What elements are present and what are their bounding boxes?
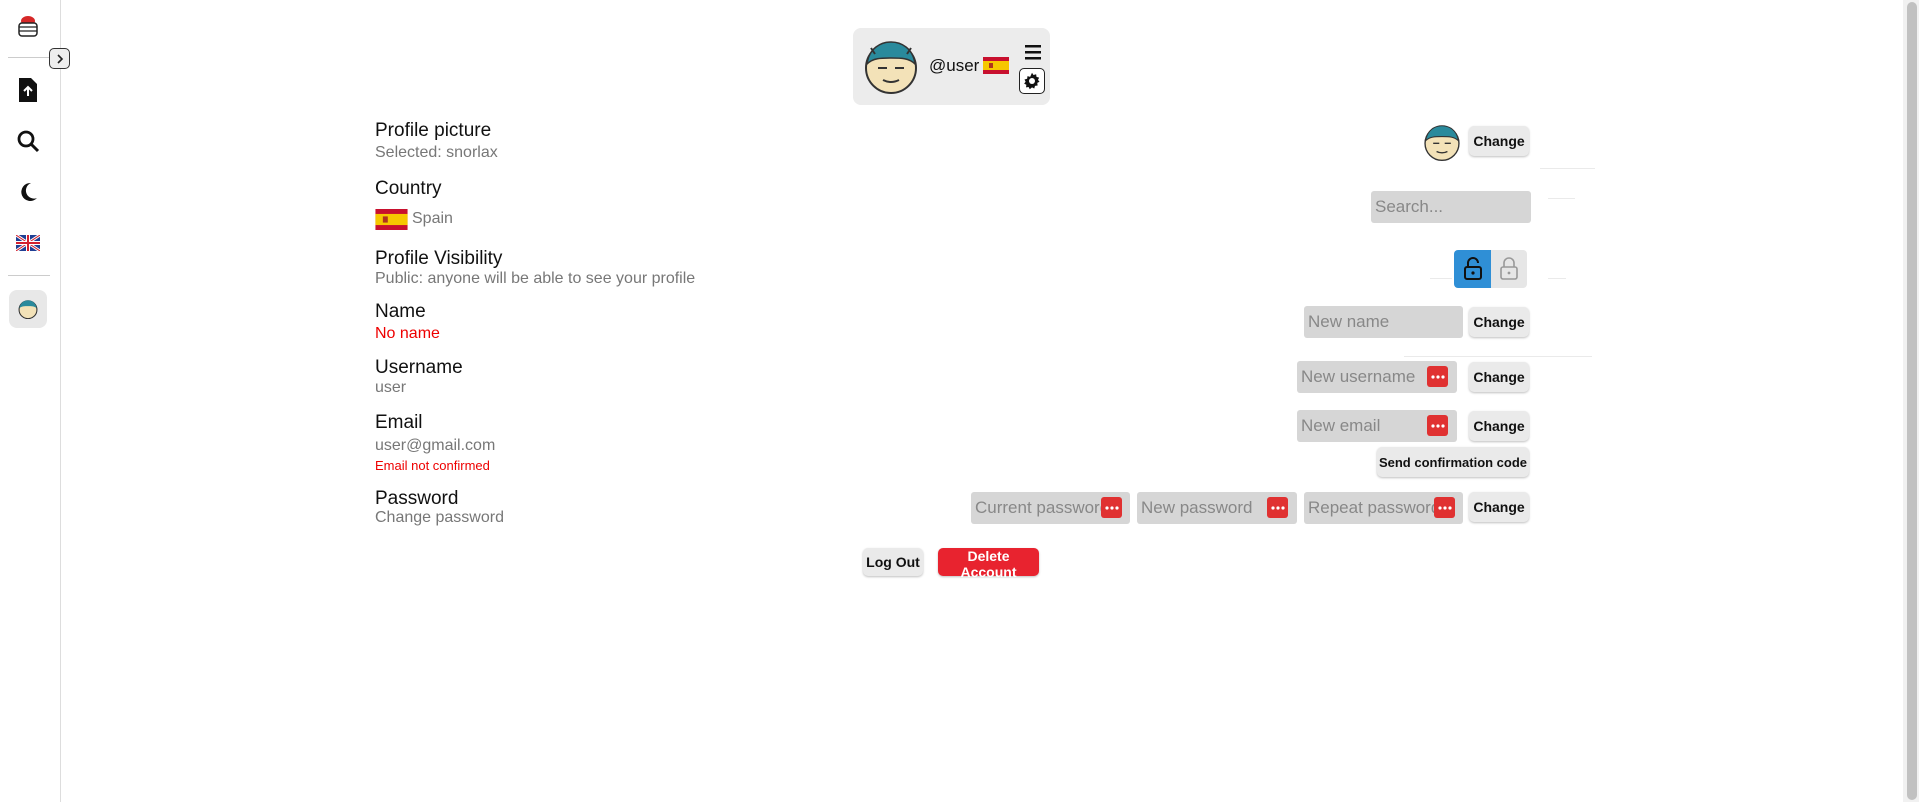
- lock-closed-icon: [1500, 257, 1518, 280]
- profile-picture-value: Selected: snorlax: [375, 144, 498, 161]
- sidebar: [0, 0, 61, 802]
- password-dots-icon[interactable]: [1101, 497, 1122, 518]
- visibility-toggle: [1454, 250, 1527, 288]
- spain-flag-icon: [983, 57, 1009, 79]
- user-card: @user: [853, 28, 1050, 105]
- divider: [1540, 168, 1595, 169]
- visibility-label: Profile Visibility: [375, 248, 503, 269]
- email-label: Email: [375, 412, 423, 433]
- settings-button[interactable]: [1019, 68, 1045, 94]
- lock-open-icon: [1463, 257, 1482, 280]
- spain-flag-icon: [375, 209, 408, 235]
- app-logo-icon[interactable]: [14, 12, 42, 40]
- change-password-button[interactable]: Change: [1469, 492, 1529, 522]
- divider: [1430, 278, 1452, 279]
- scrollbar[interactable]: [1903, 0, 1919, 802]
- username-value: user: [375, 379, 407, 396]
- private-option[interactable]: [1491, 250, 1527, 288]
- password-dots-icon[interactable]: [1427, 415, 1448, 436]
- sidebar-divider: [8, 275, 50, 276]
- country-label: Country: [375, 178, 442, 199]
- avatar[interactable]: [863, 38, 919, 94]
- divider: [1548, 198, 1575, 199]
- name-label: Name: [375, 301, 426, 322]
- search-icon[interactable]: [14, 127, 42, 155]
- username-label: Username: [375, 357, 463, 378]
- public-option[interactable]: [1454, 250, 1491, 288]
- sidebar-divider: [8, 57, 50, 58]
- send-confirmation-button[interactable]: Send confirmation code: [1377, 447, 1529, 477]
- sidebar-collapse-button[interactable]: [49, 48, 70, 69]
- scrollbar-thumb[interactable]: [1907, 2, 1917, 800]
- new-name-input[interactable]: [1304, 306, 1463, 338]
- menu-icon[interactable]: [1022, 41, 1044, 63]
- visibility-value: Public: anyone will be able to see your …: [375, 270, 696, 287]
- divider: [1548, 278, 1566, 279]
- email-warning: Email not confirmed: [375, 458, 490, 473]
- country-value: Spain: [412, 210, 453, 227]
- password-dots-icon[interactable]: [1427, 366, 1448, 387]
- change-email-button[interactable]: Change: [1469, 411, 1529, 441]
- change-username-button[interactable]: Change: [1469, 362, 1529, 392]
- chevron-right-icon: [56, 53, 63, 64]
- change-name-button[interactable]: Change: [1469, 307, 1529, 337]
- upload-file-icon[interactable]: [14, 76, 42, 104]
- email-value: user@gmail.com: [375, 437, 496, 454]
- password-label: Password: [375, 488, 459, 509]
- delete-account-button[interactable]: Delete Account: [938, 548, 1039, 580]
- username-handle: @user: [929, 56, 980, 75]
- profile-picture-preview: [1423, 123, 1461, 161]
- password-dots-icon[interactable]: [1267, 497, 1288, 518]
- uk-flag-icon[interactable]: [14, 229, 42, 257]
- password-value: Change password: [375, 509, 504, 526]
- logout-button[interactable]: Log Out: [863, 548, 923, 576]
- moon-icon[interactable]: [14, 178, 42, 206]
- gear-icon: [1024, 72, 1040, 90]
- change-picture-button[interactable]: Change: [1469, 126, 1529, 156]
- password-dots-icon[interactable]: [1434, 497, 1455, 518]
- profile-picture-label: Profile picture: [375, 120, 492, 141]
- country-search-input[interactable]: [1371, 191, 1531, 223]
- sidebar-avatar[interactable]: [9, 290, 47, 328]
- name-value: No name: [375, 325, 440, 342]
- divider: [1404, 356, 1592, 357]
